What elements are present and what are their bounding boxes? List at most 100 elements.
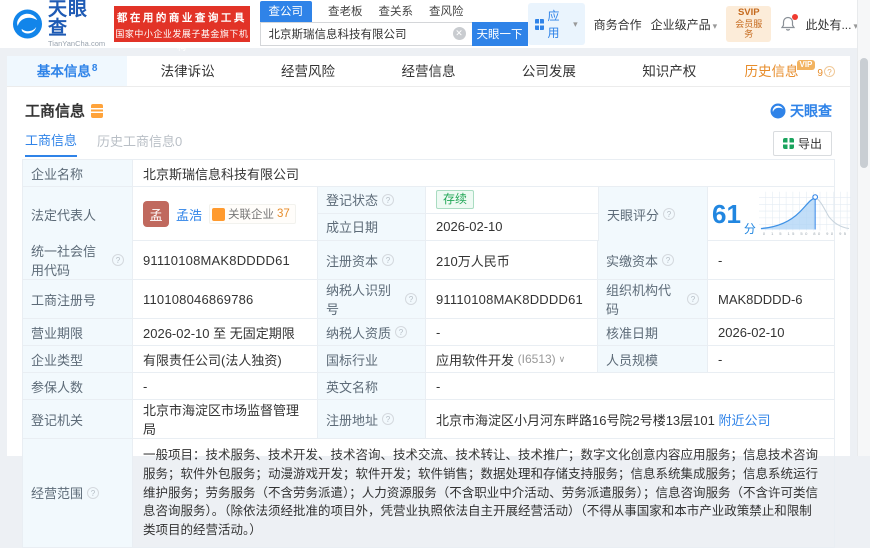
search-tab-company[interactable]: 查公司 [259, 0, 313, 22]
info-label: 英文名称 [318, 373, 426, 399]
search-tab-relation[interactable]: 查关系 [379, 1, 414, 22]
banner-line1: 都在用的商业查询工具 [116, 12, 247, 24]
info-label: 注册资本? [318, 241, 426, 279]
header-nav: 应用 ▾ 商务合作 企业级产品 ▾ SVIP 会员服务 此处有... ▾ [527, 3, 858, 45]
nav-cooperation[interactable]: 商务合作 [594, 16, 642, 33]
logo-subtitle: TianYanCha.com [48, 39, 106, 49]
related-companies-badge[interactable]: 关联企业 37 [209, 204, 296, 224]
chevron-down-icon: ▾ [712, 20, 718, 31]
help-icon[interactable]: ? [112, 254, 124, 266]
info-label: 国标行业 [318, 346, 426, 372]
info-label: 企业名称 [23, 160, 133, 186]
section-title: 工商信息 [25, 103, 86, 120]
excel-icon [782, 137, 794, 149]
tab-history-info[interactable]: 历史信息VIP9? [730, 56, 850, 86]
help-icon[interactable]: ? [382, 413, 395, 425]
info-label: 登记状态? [318, 187, 426, 213]
search-area: 查公司 查老板 查关系 查风险 ✕ 天眼一下 [259, 0, 528, 46]
nearby-companies-link[interactable]: 附近公司 [718, 410, 770, 429]
info-label: 组织机构代码? [598, 280, 708, 318]
logo-title: 天眼查 [48, 0, 89, 40]
info-circle-icon: ? [823, 66, 835, 77]
scrollbar-thumb[interactable] [860, 58, 868, 168]
member-service-label: 会员服务 [735, 19, 763, 40]
tianyan-score-cell[interactable]: 61 分 0 1 5 15 50 80 90 95 100 [708, 187, 855, 241]
company-name-value: 北京斯瑞信息科技有限公司 [143, 166, 300, 182]
tab-company-development[interactable]: 公司发展 [489, 56, 609, 86]
svip-member-badge[interactable]: SVIP 会员服务 [726, 6, 772, 42]
user-menu[interactable]: 此处有... ▾ [805, 16, 858, 33]
info-label: 统一社会信用代码? [23, 241, 133, 279]
table-row: 经营范围? 一般项目：技术服务、技术开发、技术咨询、技术交流、技术转让、技术推广… [23, 439, 834, 548]
legal-rep-cell: 孟 孟浩 关联企业 37 [133, 187, 318, 241]
table-row: 登记机关 北京市海淀区市场监督管理局 注册地址? 北京市海淀区小月河东畔路16号… [23, 400, 834, 439]
info-value: 210万人民币 [426, 241, 598, 279]
table-row: 营业期限 2026-02-10 至 无固定期限 纳税人资质? - 核准日期 20… [23, 319, 834, 346]
help-icon[interactable]: ? [395, 326, 408, 338]
tianyancha-logo-icon [12, 9, 43, 39]
company-tabs: 基本信息8 法律诉讼 经营风险 经营信息 公司发展 知识产权 历史信息VIP9? [7, 56, 850, 87]
apps-menu[interactable]: 应用 ▾ [527, 3, 585, 45]
info-value: 91110108MAK8DDDD61 [426, 280, 598, 318]
tianyancha-logo[interactable]: 天眼查 TianYanCha.com [12, 0, 106, 48]
scrollbar[interactable] [857, 0, 870, 456]
search-button[interactable]: 天眼一下 [471, 21, 528, 46]
svip-label: SVIP [737, 7, 760, 19]
help-icon[interactable]: ? [687, 293, 699, 305]
legal-rep-link[interactable]: 孟浩 [176, 205, 202, 224]
info-value: - [436, 378, 441, 394]
top-header: 天眼查 TianYanCha.com 都在用的商业查询工具 国家中小企业发展子基… [0, 0, 870, 52]
industry-value[interactable]: 应用软件开发 (I6513) ∨ [426, 346, 598, 372]
nav-enterprise[interactable]: 企业级产品 ▾ [651, 16, 718, 33]
help-icon[interactable]: ? [663, 208, 676, 220]
avatar[interactable]: 孟 [143, 201, 169, 227]
search-tab-risk[interactable]: 查风险 [429, 1, 464, 22]
tianyancha-watermark-icon [770, 103, 786, 118]
help-icon[interactable]: ? [382, 193, 395, 206]
help-icon[interactable]: ? [405, 293, 417, 305]
help-icon[interactable]: ? [382, 254, 395, 266]
subtab-business-info[interactable]: 工商信息 [25, 130, 78, 157]
table-row: 法定代表人 孟 孟浩 关联企业 37 登记状态? 存续 成立日期 2026-02… [23, 187, 851, 241]
info-value: 91110108MAK8DDDD61 [133, 241, 318, 279]
clear-search-icon[interactable]: ✕ [452, 26, 466, 40]
help-icon[interactable]: ? [87, 486, 100, 499]
tab-legal-proceedings[interactable]: 法律诉讼 [127, 56, 247, 86]
notifications-bell-icon[interactable] [780, 14, 799, 32]
tab-basic-info[interactable]: 基本信息8 [7, 56, 128, 86]
related-companies-icon [212, 207, 226, 221]
info-label: 登记机关 [23, 400, 133, 438]
tab-count-badge: 9 [817, 68, 823, 79]
tab-intellectual-property[interactable]: 知识产权 [609, 56, 729, 86]
info-label: 工商注册号 [23, 280, 133, 318]
tab-count-badge: 8 [91, 63, 98, 74]
info-label: 参保人数 [23, 373, 133, 399]
chevron-down-icon: ∨ [558, 353, 566, 364]
score-axis-labels: 0 1 5 15 50 80 90 95 100 [763, 231, 851, 236]
info-value: 有限责任公司(法人独资) [133, 346, 318, 372]
export-button[interactable]: 导出 [772, 130, 832, 156]
info-label: 企业类型 [23, 346, 133, 372]
info-value: 2026-02-10 [718, 324, 785, 340]
help-icon[interactable]: ? [662, 254, 675, 266]
info-value: 2026-02-10 至 无固定期限 [133, 319, 318, 345]
info-value: 北京市海淀区市场监督管理局 [133, 400, 318, 438]
chevron-down-icon: ▾ [573, 18, 578, 29]
info-value: MAK8DDDD-6 [718, 291, 803, 307]
tab-operation-risk[interactable]: 经营风险 [248, 56, 368, 86]
apps-label: 应用 [547, 9, 560, 40]
score-value: 61 [712, 199, 741, 229]
subtab-history-business-info[interactable]: 历史工商信息0 [97, 131, 182, 156]
search-input[interactable] [259, 21, 472, 46]
info-label: 法定代表人 [23, 187, 133, 241]
info-label: 人员规模 [598, 346, 708, 372]
notification-dot [792, 14, 799, 20]
business-info-table: 企业名称 北京斯瑞信息科技有限公司 法定代表人 孟 孟浩 关联企业 37 登记状… [22, 159, 851, 548]
watermark-logo: 天眼查 [770, 101, 832, 121]
info-value: - [718, 351, 723, 367]
tab-operation-info[interactable]: 经营信息 [368, 56, 488, 86]
search-tab-boss[interactable]: 查老板 [328, 1, 363, 22]
table-row: 企业类型 有限责任公司(法人独资) 国标行业 应用软件开发 (I6513) ∨ 人… [23, 346, 834, 373]
info-value: - [718, 252, 723, 268]
info-value: - [426, 319, 598, 345]
